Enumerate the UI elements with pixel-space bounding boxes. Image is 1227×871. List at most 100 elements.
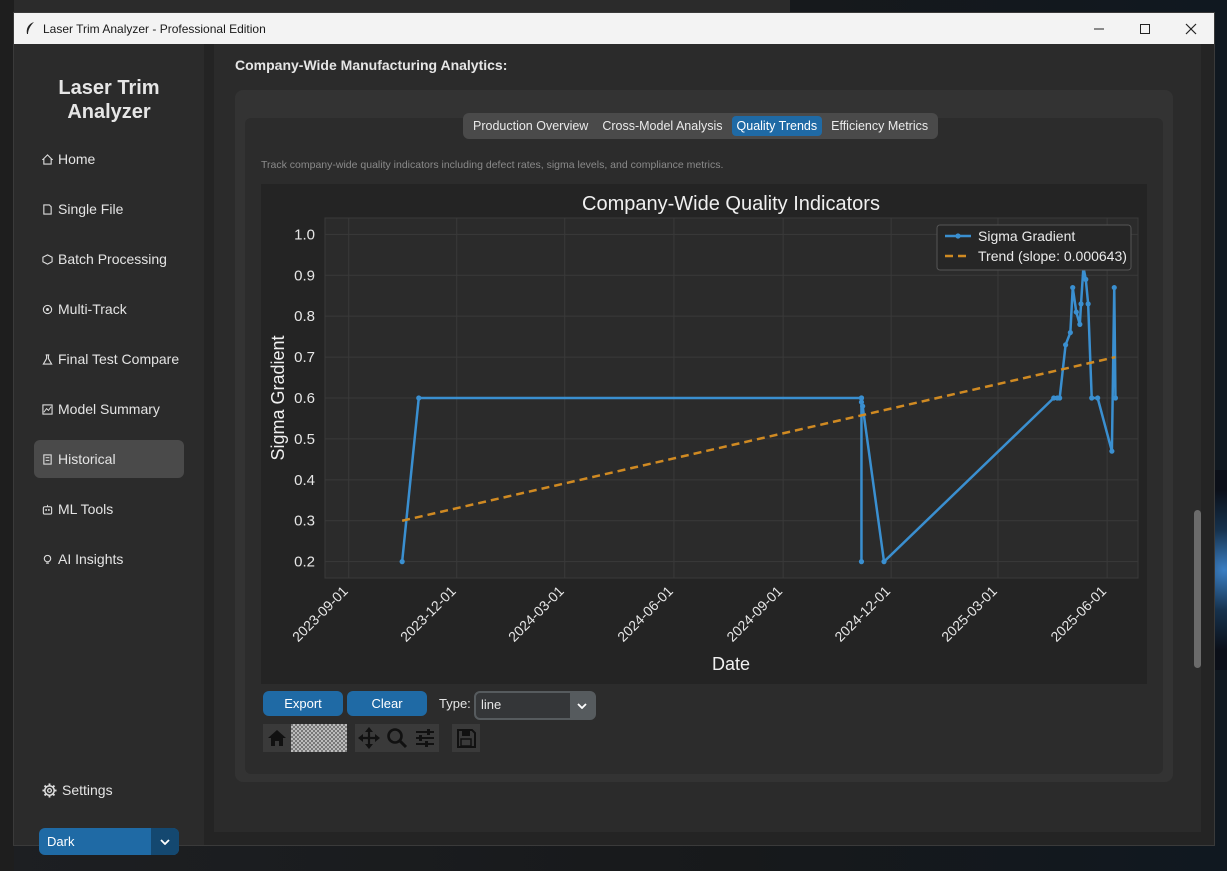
tab-production-overview[interactable]: Production Overview [468, 116, 593, 136]
toolbar-save-button[interactable] [452, 724, 480, 752]
data-point [858, 559, 865, 565]
sidebar-item-ml-tools[interactable]: ML Tools [34, 490, 184, 528]
zoom-icon [387, 728, 408, 749]
app-heading-line1: Laser Trim [58, 77, 160, 99]
y-tick-label: 0.8 [294, 308, 315, 325]
x-tick-label: 2024-03-01 [505, 583, 567, 645]
y-tick-label: 0.7 [294, 349, 315, 366]
file-icon [42, 203, 53, 215]
data-point [1078, 301, 1084, 307]
x-tick-label: 2024-09-01 [723, 583, 785, 645]
chart-icon [42, 403, 53, 415]
tab-view: Production Overview Cross-Model Analysis Q… [245, 113, 1163, 774]
tab-efficiency-metrics[interactable]: Efficiency Metrics [826, 116, 933, 136]
x-axis-label: Date [712, 654, 750, 674]
data-point [1077, 321, 1083, 327]
background-wallpaper [1214, 470, 1227, 670]
toolbar-configure-button[interactable] [411, 724, 439, 752]
tab-cross-model-analysis[interactable]: Cross-Model Analysis [597, 116, 727, 136]
sidebar-item-label: Batch Processing [58, 251, 167, 267]
toolbar-forward-button[interactable] [319, 724, 347, 752]
data-point [1089, 395, 1095, 401]
y-tick-label: 0.2 [294, 554, 315, 571]
sidebar-item-label: Home [58, 151, 96, 167]
robot-icon [42, 504, 53, 515]
sidebar-item-label: Historical [58, 451, 116, 467]
data-point [1095, 395, 1101, 401]
data-point [1073, 309, 1079, 315]
chevron-down-icon [160, 838, 170, 845]
theme-dropdown-arrow[interactable] [151, 828, 179, 855]
back-icon [294, 727, 316, 749]
chart-title: Company-Wide Quality Indicators [582, 193, 880, 215]
sidebar-item-final-test-compare[interactable]: Final Test Compare [34, 340, 184, 378]
sidebar-item-single-file[interactable]: Single File [34, 190, 184, 228]
x-tick-label: 2025-06-01 [1047, 583, 1109, 645]
legend-label-sigma-gradient: Sigma Gradient [978, 228, 1075, 244]
home-icon [268, 730, 286, 746]
sidebar-item-batch-processing[interactable]: Batch Processing [34, 240, 184, 278]
y-tick-label: 0.5 [294, 431, 315, 448]
x-tick-label: 2023-09-01 [289, 583, 351, 645]
feather-icon [26, 22, 34, 34]
data-point [881, 559, 887, 565]
sidebar-item-label: Model Summary [58, 401, 160, 417]
data-point [416, 395, 422, 401]
toolbar-pan-button[interactable] [355, 724, 383, 752]
save-icon [457, 729, 476, 748]
sidebar-item-ai-insights[interactable]: AI Insights [34, 540, 184, 578]
data-point [860, 403, 866, 409]
sidebar-item-label: AI Insights [58, 551, 124, 567]
scrollbar[interactable] [1194, 510, 1201, 668]
y-tick-label: 0.4 [294, 472, 315, 489]
x-tick-label: 2025-03-01 [938, 583, 1000, 645]
chart-type-value: line [481, 697, 502, 712]
data-point [399, 559, 405, 565]
app-heading: Laser Trim Analyzer [14, 76, 204, 124]
minimize-button[interactable] [1076, 13, 1122, 44]
theme-dropdown[interactable]: Dark [39, 828, 179, 855]
app-window: Laser Trim Analyzer - Professional Editi… [14, 13, 1214, 855]
analytics-frame: Production Overview Cross-Model Analysis Q… [235, 90, 1173, 782]
data-point [1085, 301, 1091, 307]
sidebar-item-multi-track[interactable]: Multi-Track [34, 290, 184, 328]
bulb-icon [42, 554, 53, 565]
data-point [1063, 342, 1069, 348]
data-point [1070, 284, 1076, 291]
settings-button[interactable]: Settings [42, 782, 113, 798]
sidebar-item-label: Multi-Track [58, 301, 127, 317]
chart-type-dropdown-arrow[interactable] [570, 693, 594, 718]
tab-bar: Production Overview Cross-Model Analysis Q… [463, 113, 939, 139]
toolbar-zoom-button[interactable] [383, 724, 411, 752]
chevron-down-icon [577, 702, 587, 709]
x-tick-label: 2023-12-01 [397, 583, 459, 645]
export-button[interactable]: Export [263, 691, 343, 716]
x-tick-label: 2024-12-01 [831, 583, 893, 645]
chart-area[interactable]: 0.2 0.3 0.4 0.5 0.6 0.7 0.8 0.9 1.0 2023-09-01 202… [261, 184, 1147, 684]
x-tick-label: 2024-06-01 [614, 583, 676, 645]
configure-icon [416, 729, 434, 747]
chart-type-dropdown[interactable]: line [474, 691, 596, 720]
clear-button[interactable]: Clear [347, 691, 427, 716]
sidebar-item-model-summary[interactable]: Model Summary [34, 390, 184, 428]
maximize-button[interactable] [1122, 13, 1168, 44]
toolbar-back-button[interactable] [291, 724, 319, 752]
data-point [1112, 395, 1119, 401]
sidebar-item-label: Final Test Compare [58, 351, 180, 367]
data-point [1109, 448, 1115, 454]
quality-chart: 0.2 0.3 0.4 0.5 0.6 0.7 0.8 0.9 1.0 2023-09-01 202… [268, 193, 1139, 674]
sidebar-item-historical[interactable]: Historical [34, 440, 184, 478]
window-title: Laser Trim Analyzer - Professional Editi… [43, 22, 266, 36]
tab-quality-trends[interactable]: Quality Trends [731, 116, 823, 136]
sidebar-item-home[interactable]: Home [34, 140, 184, 178]
sidebar-item-label: ML Tools [58, 501, 114, 517]
title-bar[interactable]: Laser Trim Analyzer - Professional Editi… [14, 13, 1214, 44]
app-heading-line2: Analyzer [67, 101, 151, 123]
close-button[interactable] [1168, 13, 1214, 44]
sidebar: Laser Trim Analyzer Home Single File Batch… [14, 44, 204, 855]
type-label: Type: [439, 696, 471, 711]
toolbar-home-button[interactable] [263, 724, 291, 752]
legend-label-trend: Trend (slope: 0.000643) [978, 248, 1127, 264]
background-editor [0, 0, 14, 871]
home-icon [42, 153, 53, 165]
